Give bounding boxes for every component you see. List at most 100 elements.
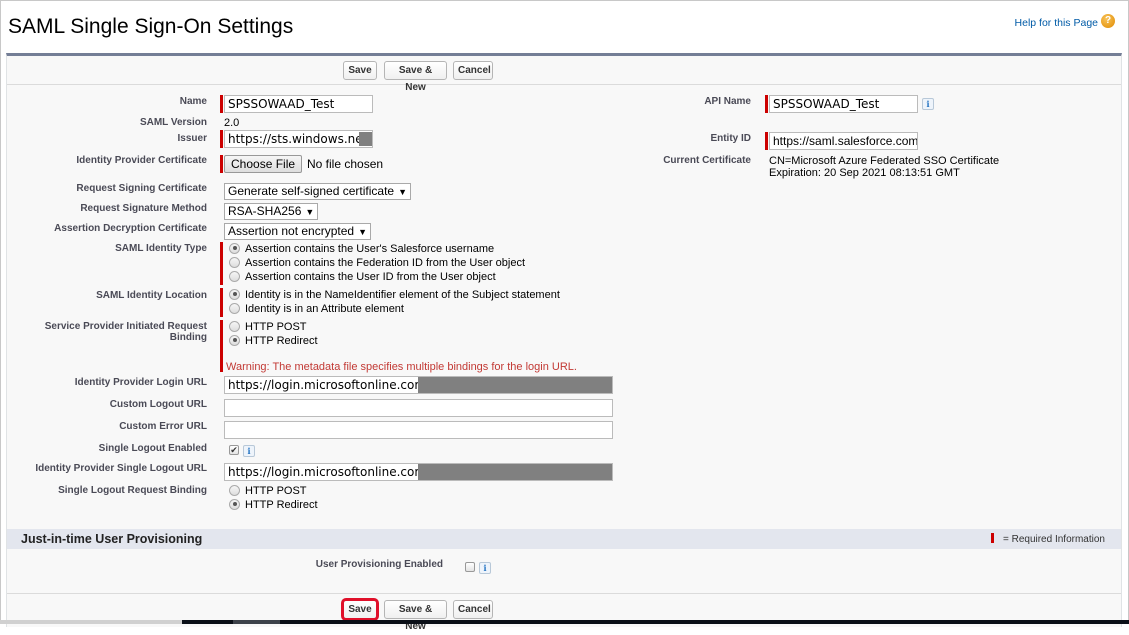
assertion-decryption-certificate-label: Assertion Decryption Certificate (54, 223, 207, 234)
identity-type-option-user-id[interactable]: Assertion contains the User ID from the … (229, 270, 496, 284)
saml-identity-type-label: SAML Identity Type (115, 243, 207, 254)
selected-value: RSA-SHA256 (228, 204, 302, 218)
name-label: Name (179, 96, 207, 107)
option-label: Identity is in an Attribute element (245, 303, 404, 315)
selected-value: Assertion not encrypted (228, 224, 355, 238)
custom-error-url-label: Custom Error URL (119, 421, 207, 432)
slo-binding-option-redirect[interactable]: HTTP Redirect (229, 498, 318, 512)
scrollbar-thumb[interactable] (233, 620, 280, 624)
user-provisioning-enabled-checkbox[interactable] (465, 562, 475, 572)
identity-type-option-federation-id[interactable]: Assertion contains the Federation ID fro… (229, 256, 525, 270)
identity-location-option-nameidentifier[interactable]: Identity is in the NameIdentifier elemen… (229, 288, 560, 302)
required-indicator (765, 132, 768, 150)
identity-type-option-username[interactable]: Assertion contains the User's Salesforce… (229, 242, 494, 256)
radio-button-checked[interactable] (229, 498, 240, 510)
required-indicator (990, 533, 994, 543)
request-signature-method-label: Request Signature Method (80, 203, 207, 214)
option-label: Assertion contains the Federation ID fro… (245, 257, 526, 269)
user-provisioning-enabled-label: User Provisioning Enabled (315, 559, 443, 570)
current-certificate-label: Current Certificate (663, 155, 751, 166)
dropdown-arrow-icon: ▼ (305, 207, 315, 217)
custom-error-url-input[interactable] (224, 421, 613, 439)
dropdown-arrow-icon: ▼ (398, 187, 408, 197)
request-signature-method-select[interactable]: RSA-SHA256 ▼ (224, 203, 319, 220)
saml-identity-location-label: SAML Identity Location (96, 290, 207, 301)
option-label: HTTP POST (245, 485, 307, 497)
radio-button-checked[interactable] (229, 334, 240, 346)
radio-button[interactable] (229, 484, 240, 496)
redacted-block (418, 377, 612, 393)
entity-id-input[interactable]: https://saml.salesforce.com (769, 132, 918, 150)
required-indicator (765, 95, 768, 113)
save-button-bottom[interactable]: Save (341, 598, 379, 621)
name-input[interactable]: SPSSOWAAD_Test (224, 95, 373, 113)
choose-file-button[interactable]: Choose File (224, 155, 303, 173)
sp-request-binding-label: Service Provider Initiated Request Bindi… (45, 321, 207, 343)
required-indicator (220, 320, 223, 372)
identity-location-option-attribute[interactable]: Identity is in an Attribute element (229, 302, 404, 316)
radio-button[interactable] (229, 270, 240, 282)
jit-section-header: Just-in-time User Provisioning = Require… (7, 529, 1121, 549)
custom-logout-url-input[interactable] (224, 399, 613, 417)
required-legend-text: = Required Information (1002, 534, 1105, 545)
redacted-block (418, 464, 612, 480)
radio-button[interactable] (229, 320, 240, 332)
option-label: HTTP POST (245, 321, 307, 333)
save-button-top[interactable]: Save (343, 61, 377, 80)
selected-value: Generate self-signed certificate (228, 184, 395, 198)
idp-certificate-label: Identity Provider Certificate (76, 155, 207, 166)
settings-panel: Save Save & New Cancel Name SPSSOWAAD_Te… (6, 53, 1122, 632)
required-indicator (220, 288, 223, 317)
save-new-button-top[interactable]: Save & New (384, 61, 447, 93)
request-signing-certificate-select[interactable]: Generate self-signed certificate ▼ (224, 183, 412, 200)
horizontal-scrollbar[interactable] (182, 620, 1129, 624)
save-new-button-bottom[interactable]: Save & New (384, 600, 447, 632)
binding-warning: Warning: The metadata file specifies mul… (226, 361, 577, 373)
radio-button[interactable] (229, 256, 240, 268)
option-label: HTTP Redirect (245, 499, 318, 511)
slo-binding-option-post[interactable]: HTTP POST (229, 484, 307, 498)
idp-single-logout-url-label: Identity Provider Single Logout URL (35, 463, 207, 474)
required-indicator (220, 130, 223, 148)
option-label: Assertion contains the User ID from the … (245, 271, 496, 283)
custom-logout-url-label: Custom Logout URL (109, 399, 207, 410)
radio-button-checked[interactable] (229, 288, 240, 300)
single-logout-request-binding-label: Single Logout Request Binding (58, 485, 207, 496)
required-indicator (220, 95, 223, 113)
label-line: Binding (169, 332, 207, 343)
cancel-button-top[interactable]: Cancel (453, 61, 493, 80)
jit-section-title: Just-in-time User Provisioning (21, 532, 203, 546)
sp-binding-option-redirect[interactable]: HTTP Redirect (229, 334, 318, 348)
api-name-label: API Name (704, 96, 751, 107)
info-icon[interactable]: i (922, 98, 934, 110)
option-label: HTTP Redirect (245, 335, 318, 347)
sp-binding-option-post[interactable]: HTTP POST (229, 320, 307, 334)
saml-version-label: SAML Version (139, 117, 207, 128)
issuer-input[interactable]: https://sts.windows.net/ (224, 130, 373, 148)
info-icon[interactable]: i (479, 562, 491, 574)
help-link[interactable]: Help for this Page (1015, 17, 1098, 29)
file-status: No file chosen (307, 157, 384, 171)
single-logout-enabled-label: Single Logout Enabled (98, 443, 207, 454)
cancel-button-bottom[interactable]: Cancel (453, 600, 493, 619)
request-signing-certificate-label: Request Signing Certificate (76, 183, 207, 194)
top-button-bar: Save Save & New Cancel (7, 56, 1121, 93)
dropdown-arrow-icon: ▼ (358, 227, 367, 237)
radio-button-checked[interactable] (229, 242, 240, 254)
window-edge (0, 620, 182, 624)
radio-button[interactable] (229, 302, 240, 314)
single-logout-enabled-checkbox[interactable]: ✔ (229, 445, 239, 455)
info-icon[interactable]: i (243, 445, 255, 457)
issuer-label: Issuer (177, 133, 207, 144)
redacted-block (359, 132, 372, 146)
entity-id-label: Entity ID (710, 133, 751, 144)
api-name-input[interactable]: SPSSOWAAD_Test (769, 95, 918, 113)
idp-login-url-label: Identity Provider Login URL (74, 377, 207, 388)
label-line: Service Provider Initiated Request (44, 321, 207, 332)
required-indicator (220, 242, 223, 285)
certificate-cn: CN=Microsoft Azure Federated SSO Certifi… (769, 155, 1000, 167)
assertion-decryption-certificate-select[interactable]: Assertion not encrypted ▼ (224, 223, 371, 240)
question-circle-icon[interactable]: ? (1101, 14, 1115, 28)
certificate-expiration: Expiration: 20 Sep 2021 08:13:51 GMT (769, 167, 960, 179)
option-label: Assertion contains the User's Salesforce… (245, 243, 495, 255)
